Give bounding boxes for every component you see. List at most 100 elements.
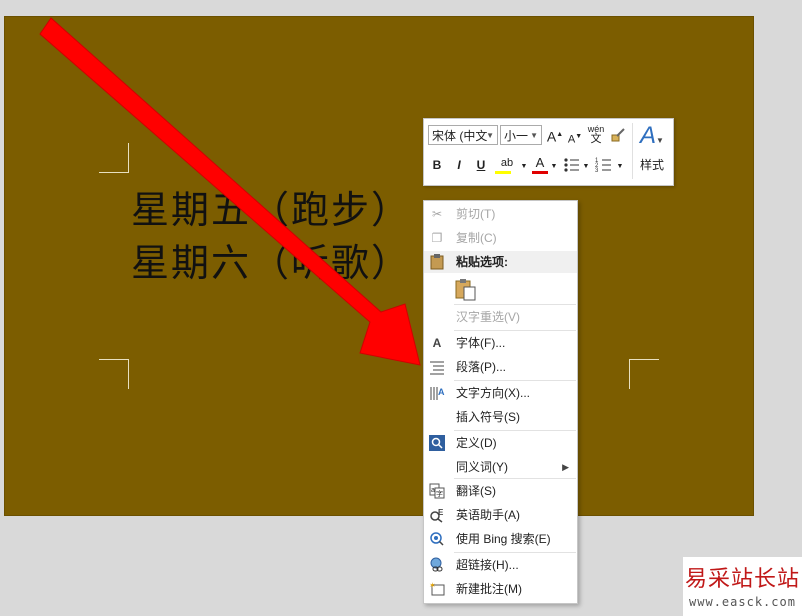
- svg-text:✶: ✶: [429, 581, 436, 590]
- menu-separator: [454, 330, 576, 331]
- bullets-button[interactable]: [562, 156, 582, 178]
- italic-button[interactable]: I: [452, 157, 466, 173]
- paste-keep-text-only-button[interactable]: [454, 277, 478, 301]
- font-name-value: 宋体 (中文: [432, 129, 488, 143]
- slide-text-line-2[interactable]: 星期六（听歌）: [131, 232, 411, 287]
- menu-item-insert-symbol[interactable]: 插入符号(S): [424, 406, 577, 428]
- menu-item-hyperlink[interactable]: 超链接(H)...: [424, 554, 577, 576]
- context-menu: ✂ 剪切(T) ❐ 复制(C) 粘贴选项: 汉字重选(V) A 字体(F)...…: [423, 200, 578, 604]
- numbered-list-icon: 1 2 3: [595, 158, 611, 174]
- chevron-down-icon[interactable]: ▼: [616, 159, 624, 175]
- menu-item-text-direction[interactable]: A 文字方向(X)...: [424, 382, 577, 404]
- define-icon: [429, 435, 445, 451]
- menu-item-label: 复制(C): [456, 231, 497, 245]
- slide-text-line-1[interactable]: 星期五（跑步）: [131, 179, 411, 234]
- menu-separator: [454, 552, 576, 553]
- menu-item-label: 翻译(S): [456, 484, 496, 498]
- font-icon: A: [432, 336, 442, 350]
- chevron-down-icon[interactable]: ▼: [582, 159, 590, 175]
- menu-item-label: 字体(F)...: [456, 336, 506, 350]
- menu-item-define[interactable]: 定义(D): [424, 432, 577, 454]
- font-color-button[interactable]: A: [530, 155, 550, 174]
- svg-text:A: A: [438, 387, 445, 397]
- numbering-button[interactable]: 1 2 3: [594, 156, 614, 178]
- menu-item-english-assistant[interactable]: E 英语助手(A): [424, 504, 577, 526]
- watermark-text: 易采站长站: [684, 567, 800, 592]
- mini-toolbar: 宋体 (中文 ▼ 小一 ▼ A▲ A▼ wén 文 A▼ 样式 B I U ab…: [423, 118, 674, 186]
- chevron-down-icon[interactable]: ▼: [520, 159, 528, 175]
- search-icon: [429, 531, 445, 547]
- menu-separator: [454, 478, 576, 479]
- menu-separator: [454, 380, 576, 381]
- font-color-icon: A: [535, 155, 545, 170]
- menu-item-copy[interactable]: ❐ 复制(C): [424, 227, 577, 249]
- phonetic-guide-char: 文: [590, 133, 602, 145]
- menu-item-label: 新建批注(M): [456, 582, 522, 596]
- paragraph-icon: [429, 359, 445, 375]
- watermark-url: www.easck.com: [689, 595, 796, 609]
- menu-separator: [454, 430, 576, 431]
- menu-item-font[interactable]: A 字体(F)...: [424, 332, 577, 354]
- svg-text:字: 字: [436, 489, 443, 498]
- chevron-down-icon: ▼: [530, 131, 538, 140]
- translate-icon: a字: [429, 483, 445, 499]
- format-painter-button[interactable]: [609, 127, 627, 147]
- chevron-down-icon: ▼: [486, 131, 494, 140]
- font-name-combo[interactable]: 宋体 (中文 ▼: [428, 125, 498, 145]
- copy-icon: ❐: [431, 231, 443, 245]
- menu-item-label: 段落(P)...: [456, 360, 506, 374]
- bullet-list-icon: [564, 158, 579, 172]
- menu-item-label: 剪切(T): [456, 207, 496, 221]
- menu-item-label: 英语助手(A): [456, 508, 520, 522]
- slide-canvas[interactable]: 星期五（跑步） 星期六（听歌）: [4, 16, 754, 516]
- text-direction-icon: A: [429, 385, 445, 401]
- menu-item-label: 汉字重选(V): [456, 310, 520, 324]
- scissors-icon: ✂: [431, 207, 443, 221]
- underline-button[interactable]: U: [474, 157, 488, 173]
- font-size-value: 小一: [504, 129, 529, 143]
- highlight-button[interactable]: ab: [494, 155, 520, 174]
- highlight-icon: ab: [500, 157, 514, 169]
- menu-item-cut[interactable]: ✂ 剪切(T): [424, 203, 577, 225]
- menu-item-synonyms[interactable]: 同义词(Y) ▶: [424, 456, 577, 478]
- menu-item-reconvert[interactable]: 汉字重选(V): [424, 306, 577, 328]
- paste-options-header: 粘贴选项:: [424, 251, 577, 273]
- crop-mark-bottom-left: [99, 359, 129, 389]
- menu-item-bing-search[interactable]: 使用 Bing 搜索(E): [424, 528, 577, 550]
- menu-item-label: 定义(D): [456, 436, 497, 450]
- grow-font-icon: A: [546, 128, 557, 145]
- watermark: 易采站长站 www.easck.com: [683, 557, 802, 616]
- phonetic-guide-button[interactable]: wén 文: [586, 124, 606, 145]
- grow-font-button[interactable]: A▲: [546, 127, 564, 145]
- paste-text-only-icon: [455, 279, 476, 301]
- svg-text:a: a: [431, 487, 435, 494]
- clipboard-icon: [429, 254, 445, 270]
- menu-item-paragraph[interactable]: 段落(P)...: [424, 356, 577, 378]
- svg-text:E: E: [438, 508, 444, 517]
- chevron-down-icon[interactable]: ▼: [550, 159, 558, 175]
- styles-label: 样式: [639, 158, 664, 172]
- menu-item-label: 使用 Bing 搜索(E): [456, 532, 551, 546]
- crop-mark-top-left: [99, 143, 129, 173]
- menu-item-label: 同义词(Y): [456, 460, 508, 474]
- shrink-font-button[interactable]: A▼: [567, 129, 583, 148]
- english-assistant-icon: E: [429, 507, 445, 523]
- styles-button[interactable]: A▼: [636, 121, 668, 151]
- toolbar-divider: [632, 123, 633, 179]
- menu-item-label: 粘贴选项:: [456, 255, 508, 269]
- crop-mark-bottom-right: [629, 359, 659, 389]
- menu-item-label: 文字方向(X)...: [456, 386, 530, 400]
- menu-item-label: 插入符号(S): [456, 410, 520, 424]
- styles-icon: A: [640, 122, 657, 149]
- menu-item-translate[interactable]: a字 翻译(S): [424, 480, 577, 502]
- menu-separator: [454, 304, 576, 305]
- hyperlink-icon: [429, 557, 445, 573]
- new-comment-icon: ✶: [429, 581, 445, 597]
- menu-item-label: 超链接(H)...: [456, 558, 519, 572]
- paintbrush-icon: [611, 128, 625, 142]
- font-size-combo[interactable]: 小一 ▼: [500, 125, 542, 145]
- menu-item-new-comment[interactable]: ✶ 新建批注(M): [424, 578, 577, 600]
- bold-button[interactable]: B: [430, 157, 444, 173]
- svg-text:3: 3: [595, 168, 599, 174]
- chevron-right-icon: ▶: [562, 462, 569, 472]
